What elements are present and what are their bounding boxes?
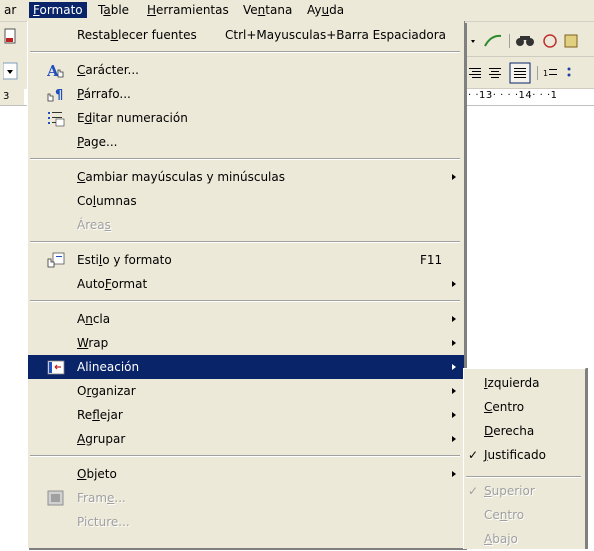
numbering-icon [48, 112, 65, 127]
checkmark-icon: ✓ [468, 448, 479, 462]
numbering-toggle-icon: 1 [543, 69, 557, 78]
menu-ayuda[interactable]: Ayuda [303, 2, 348, 18]
svg-text:¶: ¶ [55, 88, 63, 103]
menu-item-character[interactable]: A Carácter... [28, 58, 464, 82]
alignment-icon [47, 360, 65, 375]
menu-item-anchor[interactable]: Ancla [28, 307, 464, 331]
menu-item-arrange[interactable]: Organizar [28, 379, 464, 403]
menu-item-paragraph[interactable]: ¶ Párrafo... [28, 82, 464, 106]
menu-item-group[interactable]: Agrupar [28, 427, 464, 451]
ruler-marks: · ·13· · · ·14· · ·1 [468, 90, 558, 101]
align-right-icon [469, 68, 481, 78]
justify-button-active [509, 62, 531, 84]
gallery-icon [564, 34, 578, 48]
navigator-icon [543, 34, 557, 48]
checkmark-icon: ✓ [468, 484, 479, 498]
menu-item-flip[interactable]: Reflejar [28, 403, 464, 427]
toolbar-icons-row2: 1 [469, 62, 571, 84]
submenu-arrow-icon [452, 388, 456, 394]
menu-item-columns[interactable]: Columnas [28, 189, 464, 213]
menu-item-frame: Frame... [28, 486, 464, 510]
align-center-icon [489, 68, 501, 78]
submenu-item-bottom: Abajo [484, 532, 518, 546]
menu-item-reset-fonts[interactable]: Restablecer fuentes Ctrl+Mayusculas+Barr… [28, 23, 464, 47]
menu-table[interactable]: Table [94, 2, 133, 18]
menu-file-partial[interactable]: ar [0, 2, 20, 18]
dropdown-arrow-icon [471, 40, 475, 43]
character-icon: A [47, 62, 64, 79]
submenu-arrow-icon [452, 471, 456, 477]
submenu-item-top: ✓ Superior [464, 479, 585, 503]
submenu-item-justify[interactable]: ✓ Justificado [464, 443, 585, 467]
submenu-arrow-icon [452, 174, 456, 180]
shortcut-styles: F11 [420, 253, 443, 267]
menu-separator [30, 300, 460, 302]
submenu-arrow-icon [452, 412, 456, 418]
submenu-item-vcenter: Centro [484, 508, 525, 522]
menu-item-change-case[interactable]: Cambiar mayúsculas y minúsculas [28, 165, 464, 189]
submenu-arrow-icon [452, 281, 456, 287]
frame-icon [47, 490, 64, 506]
svg-text:1: 1 [543, 69, 548, 78]
submenu-item-left[interactable]: Izquierda [464, 371, 585, 395]
menu-item-styles-formatting[interactable]: Estilo y formato F11 [28, 248, 464, 272]
document-icon [4, 28, 16, 44]
shortcut-reset-fonts: Ctrl+Mayusculas+Barra Espaciadora [225, 28, 447, 42]
paragraph-icon: ¶ [47, 88, 63, 103]
alignment-submenu: Izquierda Centro Derecha ✓ Justificado ✓… [463, 368, 586, 549]
menu-item-autoformat[interactable]: AutoFormat [28, 272, 464, 296]
menu-bar: ar Formato Table Herramientas Ventana Ay… [0, 0, 594, 22]
submenu-item-center[interactable]: Centro [464, 395, 585, 419]
menu-separator [30, 241, 460, 243]
menu-herramientas[interactable]: Herramientas [143, 2, 233, 18]
menu-separator [30, 455, 460, 457]
submenu-arrow-icon [452, 436, 456, 442]
menu-item-alignment[interactable]: Alineación [28, 355, 464, 379]
menu-item-page[interactable]: Page... [28, 130, 464, 154]
menu-item-edit-numbering[interactable]: Editar numeración [28, 106, 464, 130]
font-dropdown-arrow-icon[interactable] [3, 62, 23, 82]
menu-item-picture: Picture... [77, 515, 130, 529]
format-menu: Restablecer fuentes Ctrl+Mayusculas+Barr… [27, 21, 465, 548]
svg-text:A: A [47, 62, 59, 79]
binoculars-icon [516, 36, 534, 46]
menu-separator [30, 158, 460, 160]
ruler-left-value: 3 [0, 89, 24, 105]
styles-icon [47, 252, 65, 268]
menu-formato[interactable]: Formato [29, 2, 87, 18]
pen-icon [484, 34, 502, 47]
submenu-arrow-icon [452, 340, 456, 346]
submenu-separator [466, 476, 581, 478]
menu-item-wrap[interactable]: Wrap [28, 331, 464, 355]
menu-item-areas: Áreas [77, 218, 111, 232]
menu-item-object[interactable]: Objeto [28, 462, 464, 486]
submenu-arrow-icon [452, 316, 456, 322]
menu-ventana[interactable]: Ventana [239, 2, 296, 18]
menu-separator [30, 51, 460, 53]
submenu-arrow-icon [452, 364, 456, 370]
submenu-item-right[interactable]: Derecha [464, 419, 585, 443]
toolbar-icons-row1 [465, 34, 578, 48]
bullets-icon [567, 67, 571, 77]
